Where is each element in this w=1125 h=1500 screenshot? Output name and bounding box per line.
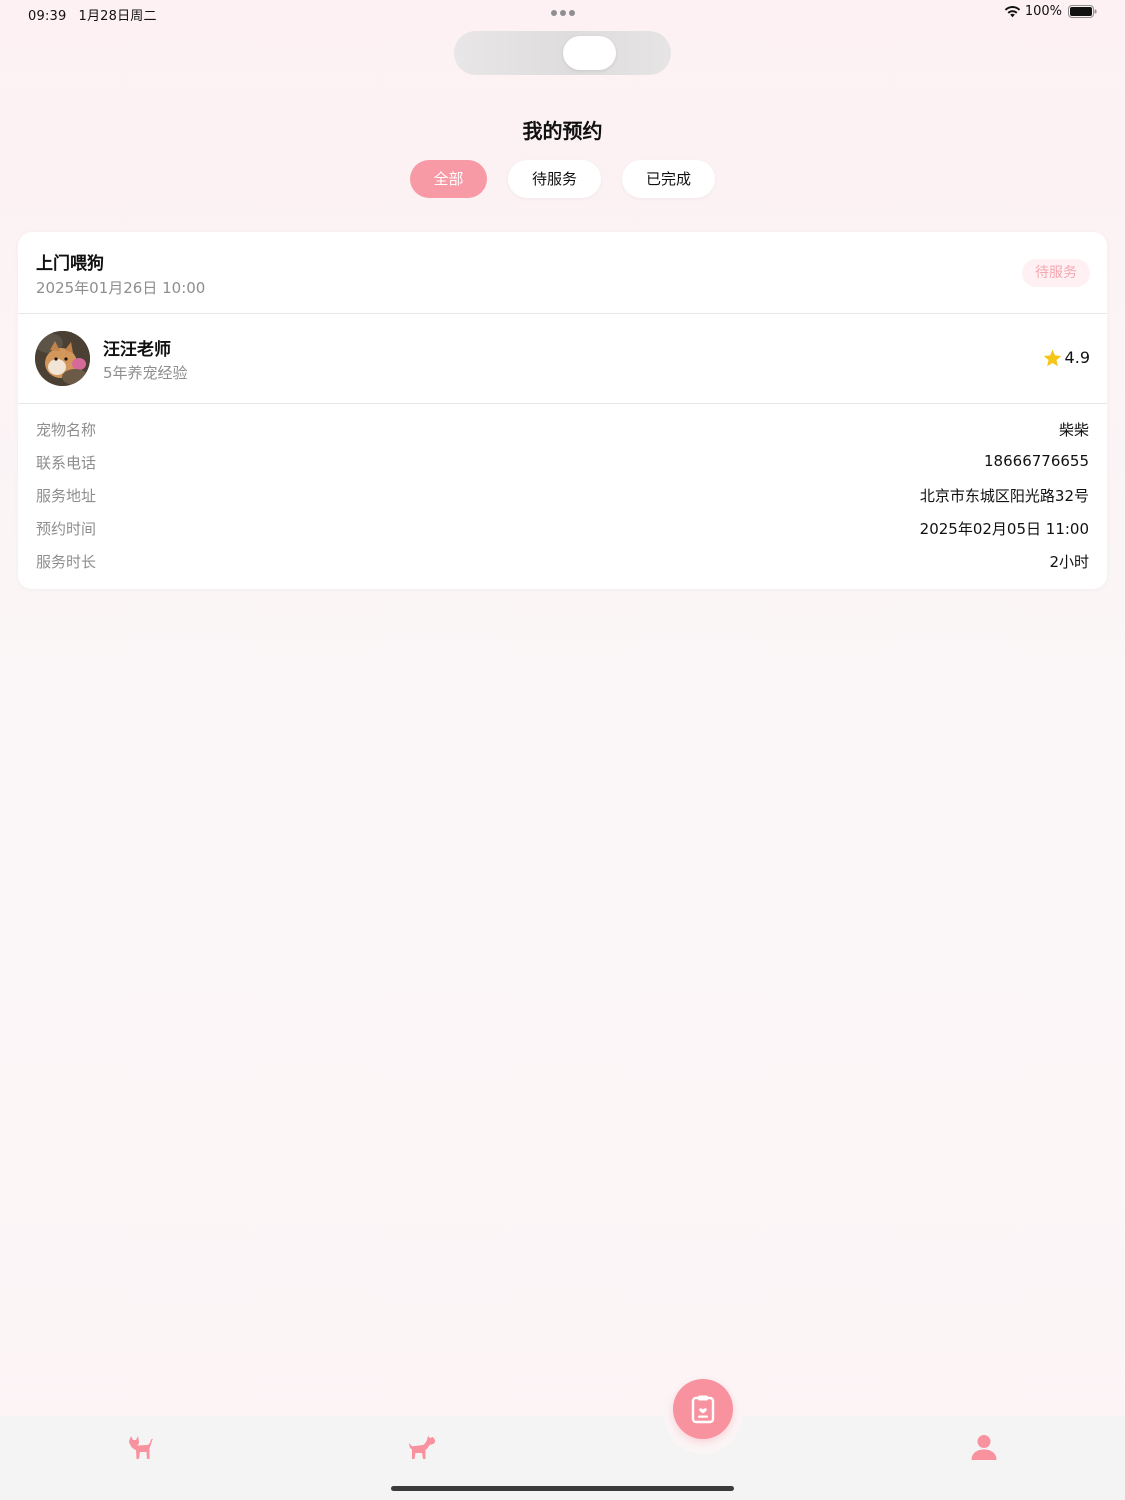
detail-row-duration: 服务时长 2小时: [18, 550, 1107, 583]
sitter-info[interactable]: 汪汪老师 5年养宠经验 4.9: [18, 314, 1107, 403]
tab-all[interactable]: 全部: [410, 160, 487, 198]
detail-row-address: 服务地址 北京市东城区阳光路32号: [18, 484, 1107, 517]
profile-icon: [971, 1435, 997, 1460]
tab-profile[interactable]: [968, 1432, 1000, 1464]
sitter-experience: 5年养宠经验: [103, 364, 188, 382]
detail-label: 预约时间: [36, 520, 97, 538]
detail-row-appointment-time: 预约时间 2025年02月05日 11:00: [18, 517, 1107, 550]
cat-icon: [129, 1436, 153, 1459]
detail-label: 联系电话: [36, 454, 97, 472]
booking-details: 宠物名称 柴柴 联系电话 18666776655 服务地址 北京市东城区阳光路3…: [18, 418, 1107, 583]
top-toggle[interactable]: [454, 31, 671, 75]
booking-card[interactable]: 上门喂狗 2025年01月26日 10:00 待服务 汪汪老师 5年养宠经验 4…: [18, 232, 1107, 589]
detail-value: 柴柴: [1058, 421, 1089, 439]
tab-pending[interactable]: 待服务: [508, 160, 601, 198]
booking-header: 上门喂狗 2025年01月26日 10:00 待服务: [18, 232, 1107, 314]
detail-row-phone: 联系电话 18666776655: [18, 451, 1107, 484]
status-bar: 09:39 1月28日周二 100%: [0, 0, 1125, 28]
status-date: 1月28日周二: [78, 9, 157, 24]
detail-value[interactable]: 18666776655: [984, 452, 1089, 470]
bookings-tab-button[interactable]: [673, 1379, 733, 1439]
home-indicator[interactable]: [391, 1486, 734, 1491]
toggle-knob[interactable]: [563, 36, 616, 70]
status-indicators: 100%: [1004, 4, 1097, 19]
status-time: 09:39: [28, 9, 67, 24]
detail-row-pet-name: 宠物名称 柴柴: [18, 418, 1107, 451]
tab-dog[interactable]: [406, 1432, 438, 1464]
detail-label: 宠物名称: [36, 421, 97, 439]
clipboard-icon: [691, 1395, 715, 1424]
status-time-date: 09:39 1月28日周二: [28, 5, 157, 24]
multitasking-dots-icon[interactable]: [551, 10, 575, 16]
detail-value: 2025年02月05日 11:00: [919, 520, 1089, 538]
detail-value: 2小时: [1049, 553, 1089, 571]
star-icon: [1043, 349, 1061, 366]
tab-cat[interactable]: [125, 1432, 157, 1464]
service-title: 上门喂狗: [36, 254, 104, 274]
battery-percentage: 100%: [1024, 4, 1062, 19]
wifi-icon: [1004, 5, 1021, 18]
rating-value: 4.9: [1064, 348, 1090, 367]
sitter-name: 汪汪老师: [103, 340, 171, 360]
divider: [18, 403, 1107, 404]
avatar: [35, 331, 90, 386]
detail-value: 北京市东城区阳光路32号: [919, 487, 1089, 505]
sitter-rating: 4.9: [1043, 348, 1090, 367]
tab-completed[interactable]: 已完成: [622, 160, 715, 198]
battery-icon: [1068, 5, 1097, 18]
page-title: 我的预约: [522, 119, 603, 143]
service-created-time: 2025年01月26日 10:00: [36, 279, 206, 297]
filter-tabs: 全部 待服务 已完成: [0, 160, 1125, 198]
dog-icon: [409, 1436, 436, 1459]
detail-label: 服务时长: [36, 553, 97, 571]
detail-label: 服务地址: [36, 487, 97, 505]
status-badge: 待服务: [1022, 259, 1090, 287]
